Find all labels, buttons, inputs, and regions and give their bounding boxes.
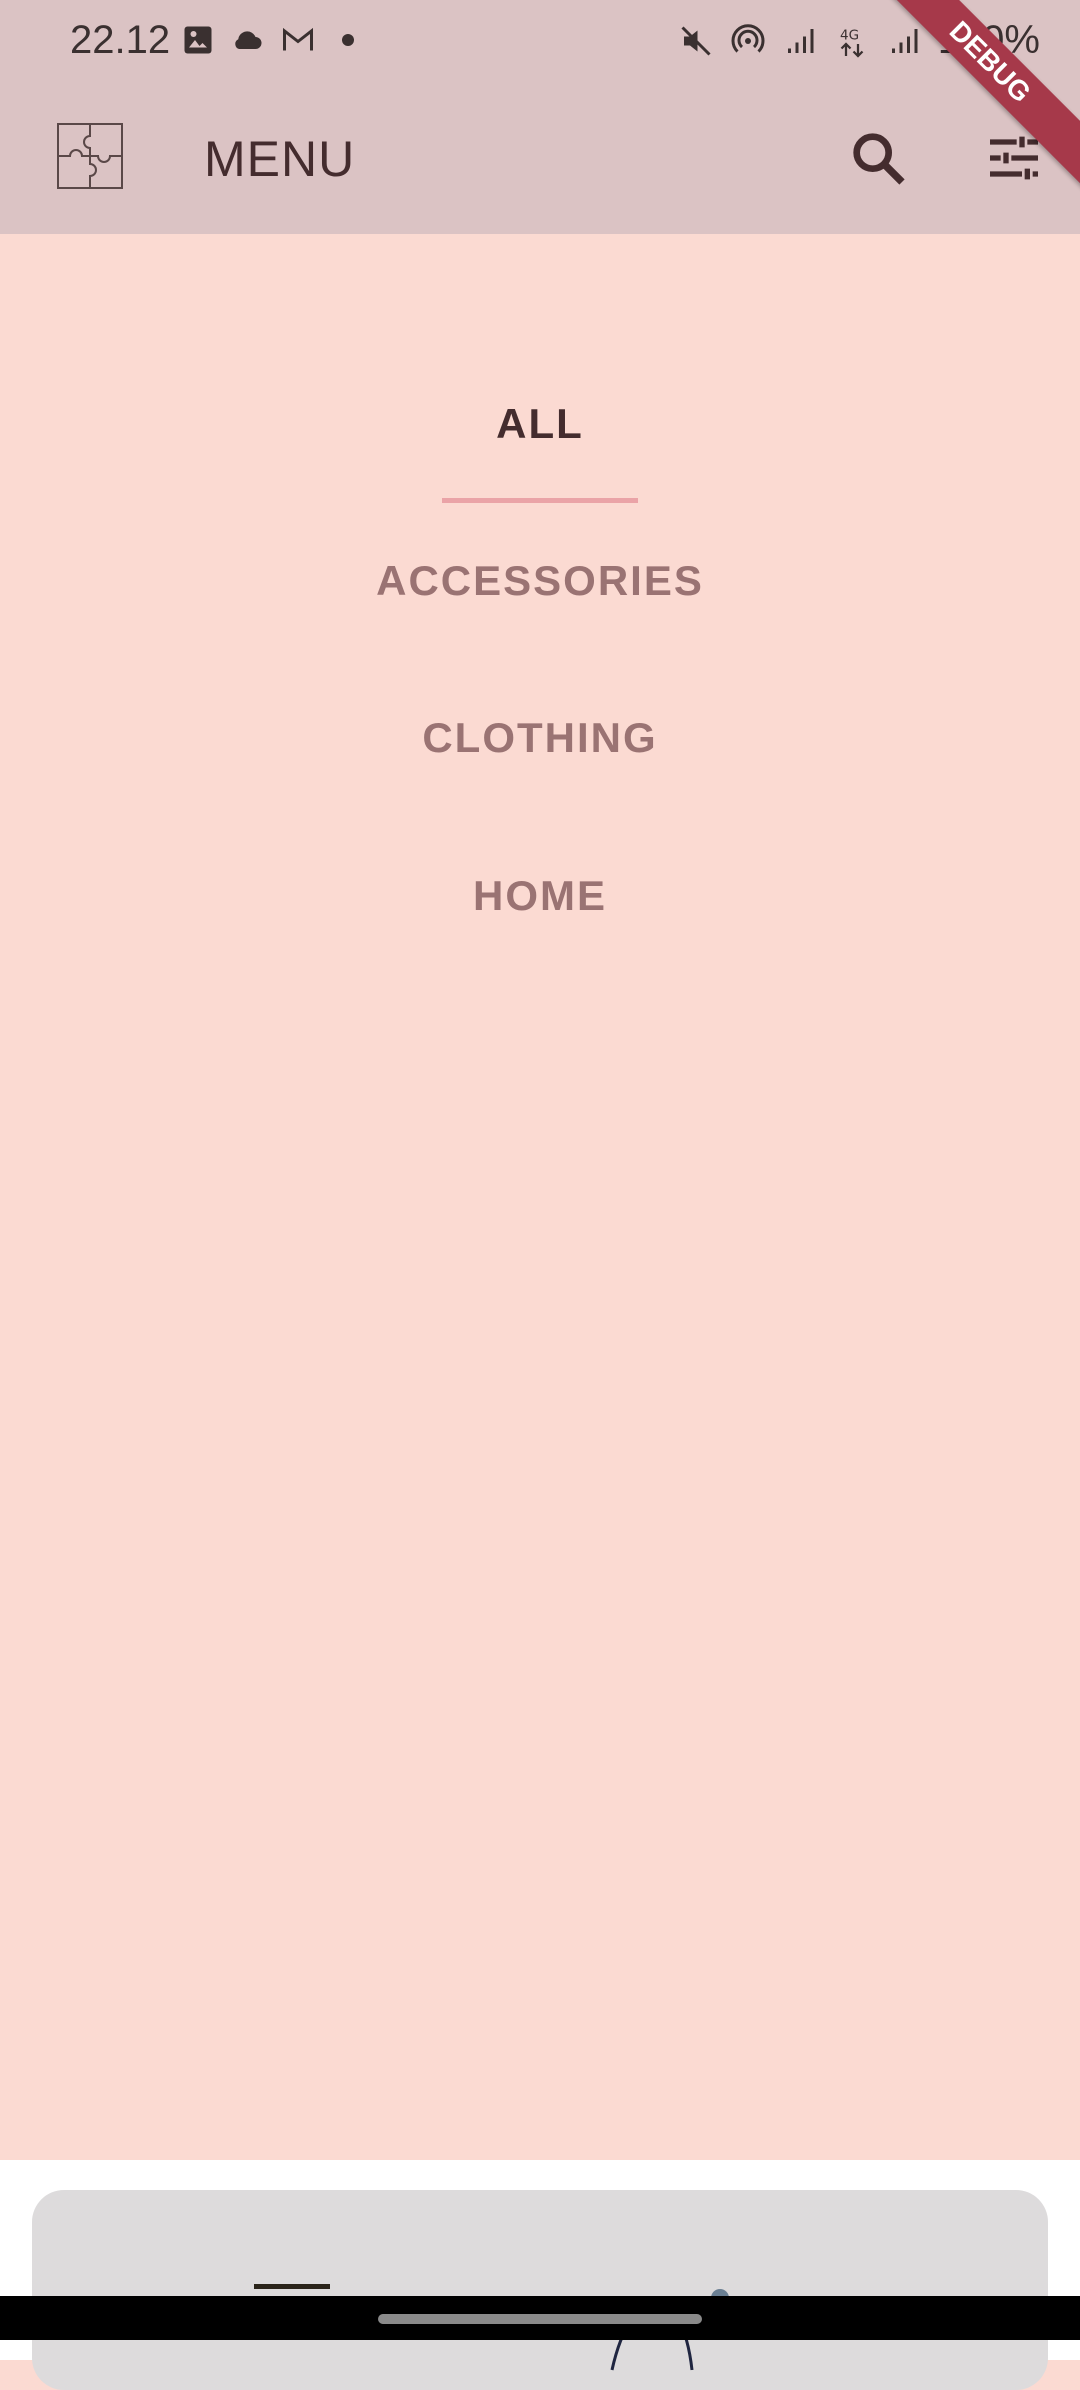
home-indicator[interactable] xyxy=(378,2314,702,2324)
system-nav-bar xyxy=(0,2296,1080,2340)
search-icon[interactable] xyxy=(846,126,910,190)
status-left-icons xyxy=(180,22,366,58)
svg-text:4G: 4G xyxy=(840,27,859,43)
gallery-icon xyxy=(184,26,212,54)
app-bar: MENU xyxy=(0,86,1080,234)
category-clothing[interactable]: CLOTHING xyxy=(0,714,1080,762)
puzzle-icon[interactable] xyxy=(56,122,124,190)
signal-icon xyxy=(891,28,918,53)
category-home[interactable]: HOME xyxy=(0,872,1080,920)
signal-icon xyxy=(787,28,814,53)
dot-icon xyxy=(342,34,354,46)
4g-icon: 4G xyxy=(840,27,863,58)
menu-title: MENU xyxy=(204,131,356,187)
active-category-underline xyxy=(442,498,638,503)
category-accessories[interactable]: ACCESSORIES xyxy=(0,557,1080,605)
product-image xyxy=(254,2284,729,2371)
category-all[interactable]: ALL xyxy=(0,400,1080,448)
hotspot-icon xyxy=(731,23,765,53)
status-time: 22.12 xyxy=(70,18,171,62)
product-card[interactable] xyxy=(32,2190,1048,2390)
mute-icon xyxy=(681,25,711,56)
cloud-icon xyxy=(235,31,262,49)
gmail-icon xyxy=(283,27,313,51)
